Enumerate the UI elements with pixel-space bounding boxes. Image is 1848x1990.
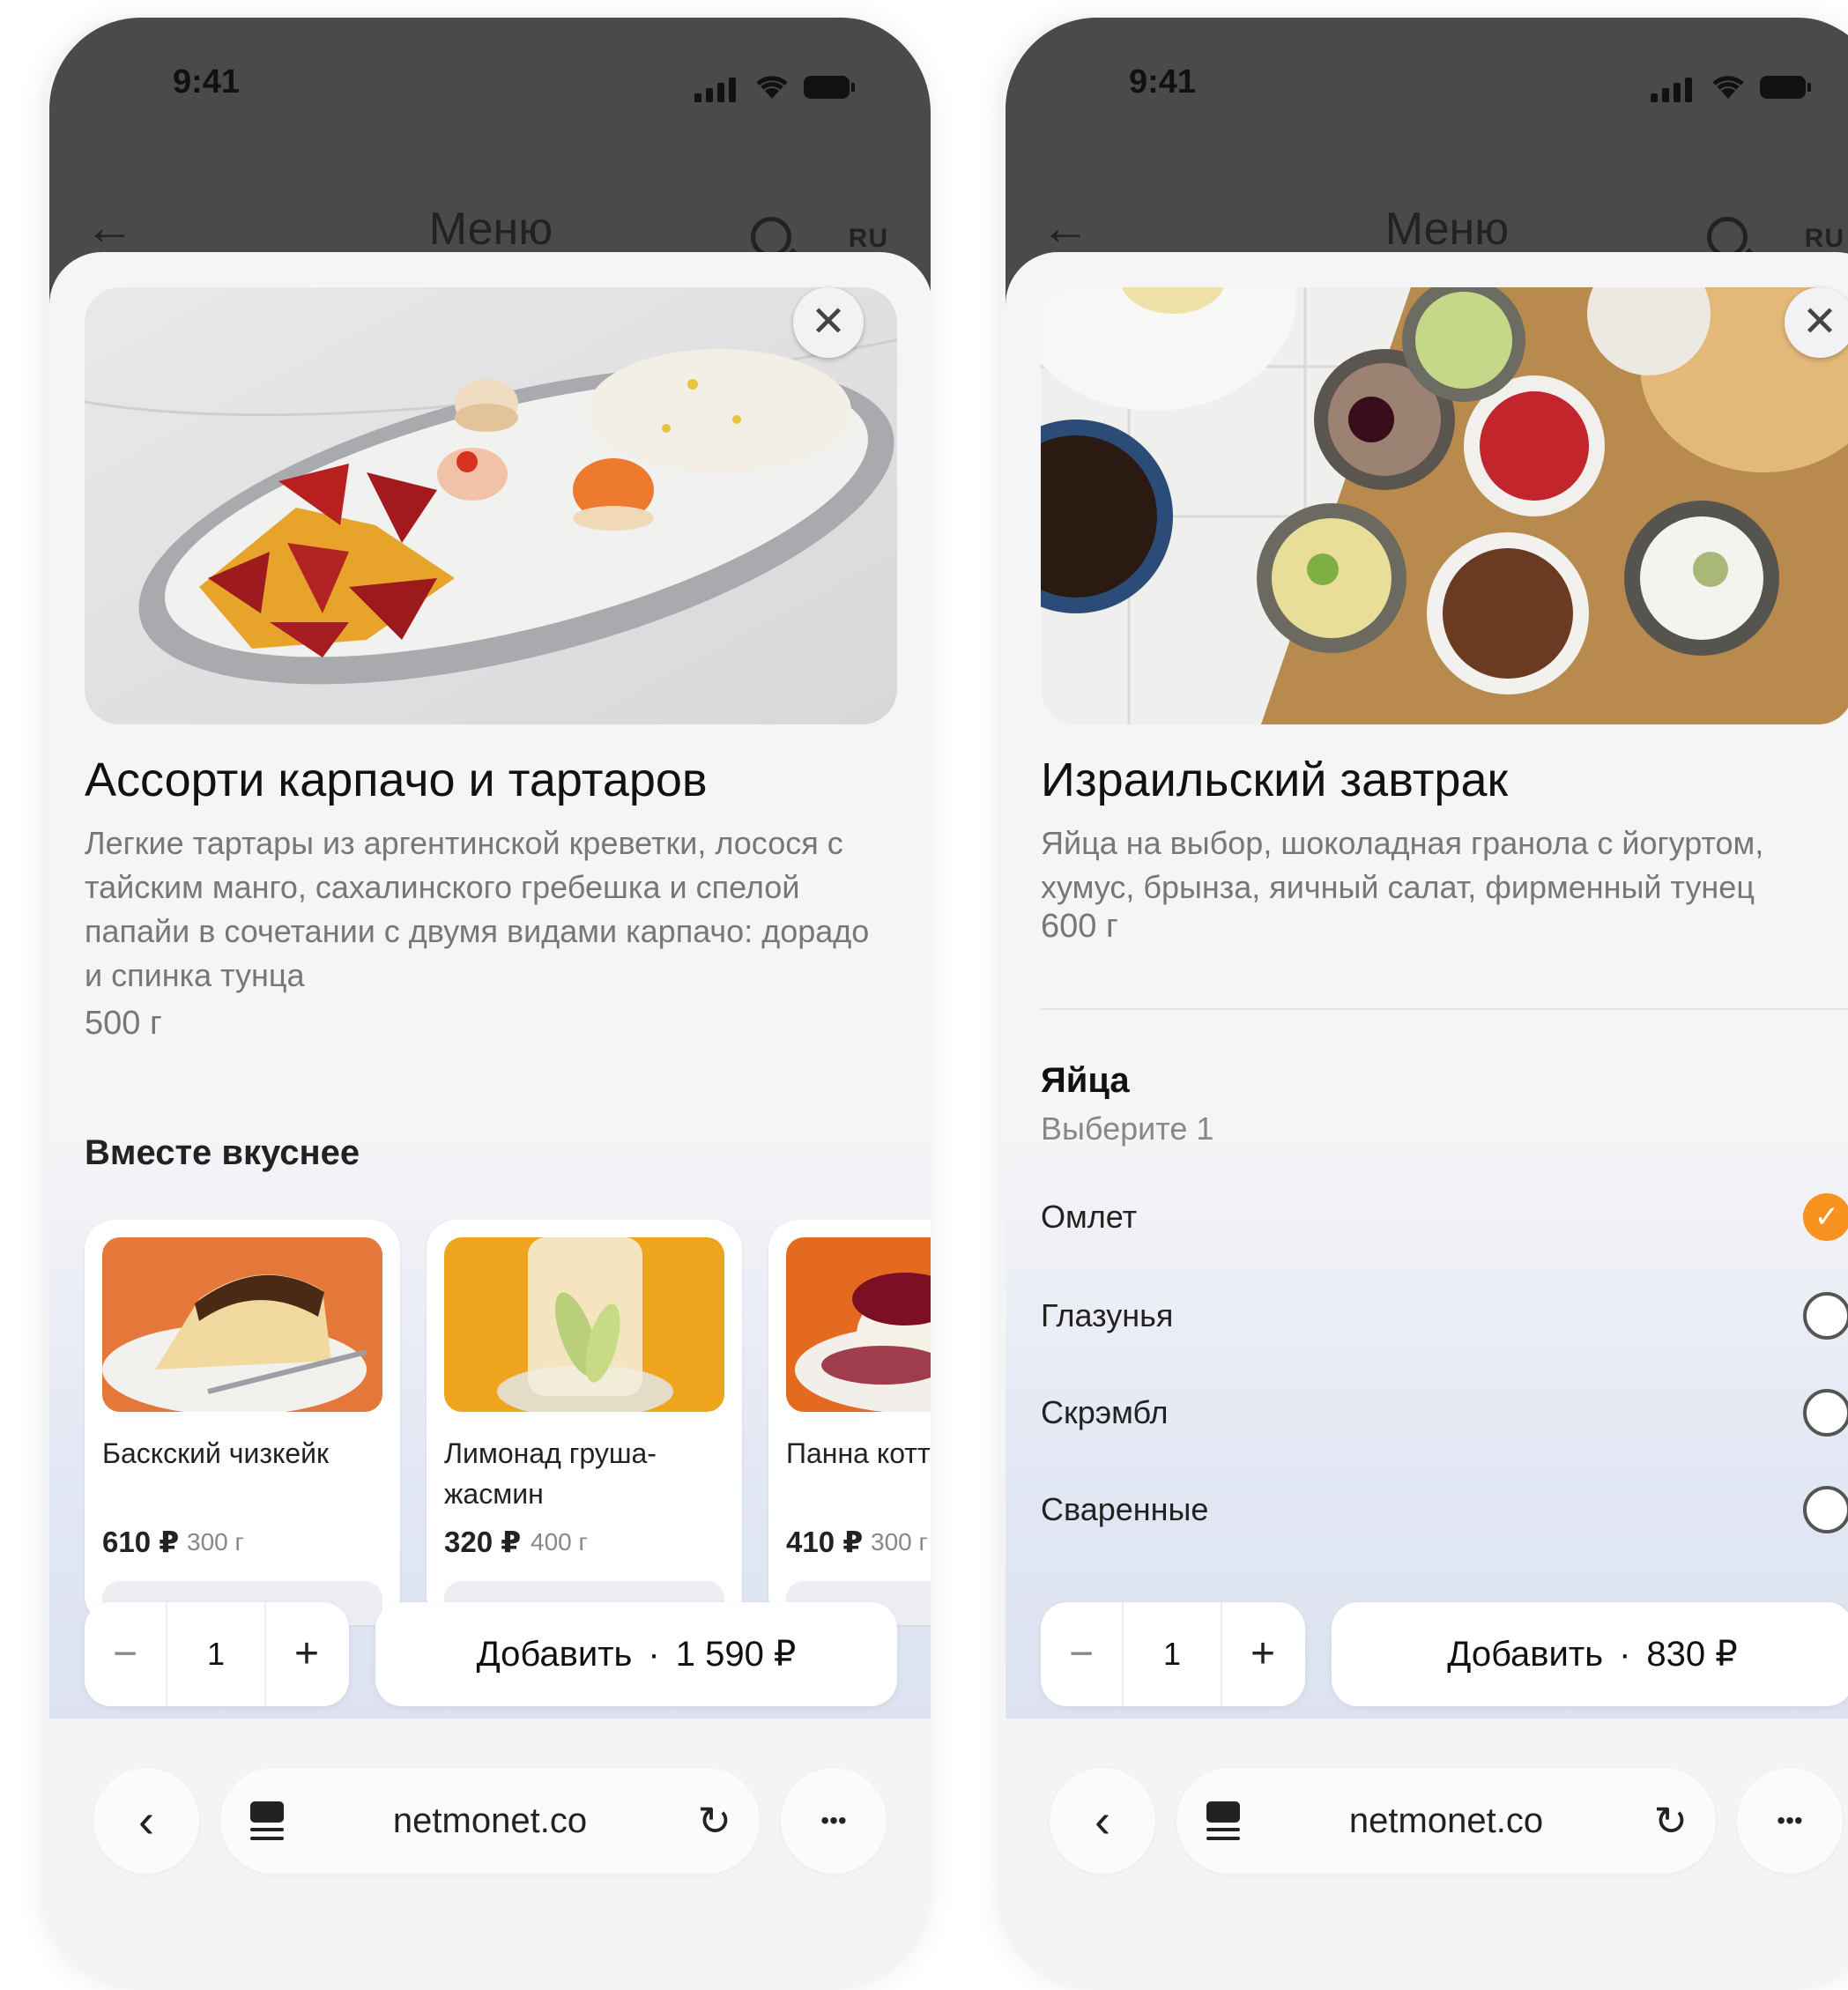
increase-button[interactable]: + [264, 1602, 349, 1706]
more-button[interactable]: ••• [1737, 1768, 1843, 1874]
browser-back-button[interactable]: ‹ [1050, 1768, 1155, 1874]
increase-button[interactable]: + [1221, 1602, 1305, 1706]
add-to-order-button[interactable]: Добавить · 830 ₽ [1332, 1602, 1848, 1706]
quantity-stepper: − 1 + [1041, 1602, 1305, 1706]
status-bar: 9:41 [49, 18, 931, 150]
add-to-order-button[interactable]: Добавить · 1 590 ₽ [375, 1602, 897, 1706]
option-fried-eggs[interactable]: Глазунья [1041, 1292, 1848, 1345]
radio-icon[interactable] [1803, 1389, 1848, 1437]
reload-icon[interactable]: ↻ [1653, 1768, 1688, 1874]
dish-weight: 600 г [1041, 908, 1118, 945]
card-price: 410 ₽ [786, 1526, 864, 1558]
card-photo [444, 1237, 724, 1412]
dish-description: Легкие тартары из аргентинской креветки,… [85, 825, 870, 993]
phone-left: 9:41 ← Меню RU ✕ Ассорти карпачо и тарта… [41, 16, 931, 1990]
battery-icon [804, 76, 855, 99]
signal-icon [694, 76, 738, 102]
status-time: 9:41 [1129, 63, 1197, 100]
card-name: Баскский чизкейк [102, 1437, 330, 1469]
wifi-icon [754, 72, 790, 106]
section-title: Вместе вкуснее [85, 1133, 360, 1172]
dish-photo [1041, 287, 1848, 724]
decrease-button[interactable]: − [85, 1602, 166, 1706]
language-switch[interactable]: RU [1805, 224, 1844, 254]
close-button[interactable]: ✕ [793, 287, 864, 358]
status-time: 9:41 [173, 63, 241, 100]
url-text: netmonet.co [1348, 1801, 1544, 1840]
radio-icon[interactable] [1803, 1486, 1848, 1533]
upsell-carousel[interactable]: Баскский чизкейк 610 ₽ 300 г Лимонад гру… [85, 1220, 931, 1643]
browser-toolbar: ‹ netmonet.co ↻ ••• [41, 1738, 931, 1914]
dish-sheet: ✕ Израильский завтрак Яйца на выбор, шок… [1006, 252, 1848, 1719]
dish-title: Ассорти карпачо и тартаров [85, 754, 708, 806]
upsell-card[interactable]: Баскский чизкейк 610 ₽ 300 г [85, 1220, 400, 1625]
card-name: Лимонад груша-жасмин [444, 1437, 657, 1510]
browser-toolbar: ‹ netmonet.co ↻ ••• [997, 1738, 1848, 1914]
option-label: Омлет [1041, 1199, 1138, 1235]
signal-icon [1651, 76, 1695, 102]
upsell-card[interactable]: Лимонад груша-жасмин 320 ₽ 400 г [427, 1220, 742, 1625]
card-photo [102, 1237, 382, 1412]
card-photo [786, 1237, 931, 1412]
browser-back-button[interactable]: ‹ [93, 1768, 199, 1874]
dish-weight: 500 г [85, 1005, 162, 1042]
dish-title: Израильский завтрак [1041, 754, 1509, 806]
address-bar[interactable]: netmonet.co ↻ [1176, 1768, 1716, 1874]
card-name: Панна котта [786, 1437, 931, 1469]
screen: 9:41 ← Меню RU [1006, 18, 1848, 1719]
phone-right: 9:41 ← Меню RU ✕ Израильский завтрак Яйц… [997, 16, 1848, 1990]
reload-icon[interactable]: ↻ [697, 1768, 731, 1874]
quantity-value: 1 [166, 1602, 266, 1706]
divider [1041, 1008, 1848, 1010]
dish-photo [85, 287, 897, 724]
card-price: 320 ₽ [444, 1526, 522, 1558]
card-price: 610 ₽ [102, 1526, 180, 1558]
nav-bar: ← Меню RU [49, 194, 931, 257]
option-group-subtitle: Выберите 1 [1041, 1110, 1214, 1147]
option-label: Скрэмбл [1041, 1394, 1169, 1430]
url-text: netmonet.co [392, 1801, 588, 1840]
status-bar: 9:41 [1006, 18, 1848, 150]
dish-description: Яйца на выбор, шоколадная гранола с йогу… [1041, 825, 1764, 905]
option-boiled[interactable]: Сваренные [1041, 1486, 1848, 1539]
option-label: Сваренные [1041, 1491, 1209, 1527]
card-weight: 400 г [531, 1528, 588, 1556]
option-group-title: Яйца [1041, 1061, 1130, 1100]
radio-checked-icon[interactable]: ✓ [1803, 1193, 1848, 1241]
decrease-button[interactable]: − [1041, 1602, 1122, 1706]
more-button[interactable]: ••• [781, 1768, 887, 1874]
dish-sheet: ✕ Ассорти карпачо и тартаров Легкие тарт… [49, 252, 931, 1719]
wifi-icon [1711, 72, 1746, 106]
nav-title: Меню [428, 204, 553, 255]
nav-bar: ← Меню RU [1006, 194, 1848, 257]
close-button[interactable]: ✕ [1785, 287, 1848, 358]
quantity-stepper: − 1 + [85, 1602, 349, 1706]
language-switch[interactable]: RU [849, 224, 888, 254]
screen: 9:41 ← Меню RU [49, 18, 931, 1719]
quantity-value: 1 [1122, 1602, 1222, 1706]
radio-icon[interactable] [1803, 1292, 1848, 1340]
card-weight: 300 г [871, 1528, 928, 1556]
battery-icon [1760, 76, 1811, 99]
option-label: Глазунья [1041, 1297, 1174, 1333]
option-scrambled[interactable]: Скрэмбл [1041, 1389, 1848, 1442]
upsell-card[interactable]: Панна котта 410 ₽ 300 г [768, 1220, 931, 1625]
option-omelet[interactable]: Омлет ✓ [1041, 1193, 1848, 1246]
card-weight: 300 г [187, 1528, 244, 1556]
address-bar[interactable]: netmonet.co ↻ [220, 1768, 760, 1874]
